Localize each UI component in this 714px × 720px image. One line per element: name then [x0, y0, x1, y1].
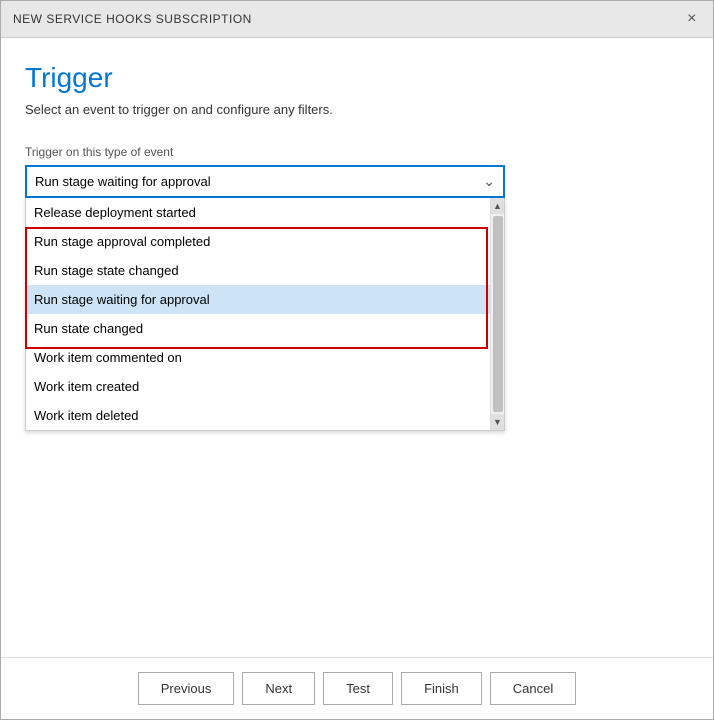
- scrollbar-wrapper: Release deployment started Run stage app…: [26, 198, 504, 430]
- dropdown-item-work-item-created[interactable]: Work item created: [26, 372, 490, 401]
- dropdown-item-release-deployment-started[interactable]: Release deployment started: [26, 198, 490, 227]
- scrollbar-up-button[interactable]: ▲: [491, 198, 504, 214]
- dropdown-list: Release deployment started Run stage app…: [25, 198, 505, 431]
- form-section: Trigger on this type of event Run stage …: [25, 145, 689, 309]
- dialog-footer: Previous Next Test Finish Cancel: [1, 657, 713, 719]
- dropdown-item-run-state-changed[interactable]: Run state changed: [26, 314, 490, 343]
- scrollbar-track: ▲ ▼: [490, 198, 504, 430]
- dropdown-item-work-item-deleted[interactable]: Work item deleted: [26, 401, 490, 430]
- dropdown-item-run-stage-waiting-for-approval[interactable]: Run stage waiting for approval: [26, 285, 490, 314]
- dialog-content: Trigger Select an event to trigger on an…: [1, 38, 713, 657]
- page-title: Trigger: [25, 62, 689, 94]
- dropdown-item-work-item-commented-on[interactable]: Work item commented on: [26, 343, 490, 372]
- dropdown-selected-display[interactable]: Run stage waiting for approval ⌄: [25, 165, 505, 198]
- event-type-dropdown[interactable]: Run stage waiting for approval ⌄ Release…: [25, 165, 505, 198]
- dropdown-items-list: Release deployment started Run stage app…: [26, 198, 490, 430]
- event-type-label: Trigger on this type of event: [25, 145, 689, 159]
- dialog-titlebar: NEW SERVICE HOOKS SUBSCRIPTION ×: [1, 1, 713, 38]
- close-button[interactable]: ×: [683, 9, 701, 29]
- chevron-down-icon: ⌄: [483, 173, 495, 190]
- dropdown-item-run-stage-approval-completed[interactable]: Run stage approval completed: [26, 227, 490, 256]
- test-button[interactable]: Test: [323, 672, 393, 705]
- next-button[interactable]: Next: [242, 672, 315, 705]
- page-subtitle: Select an event to trigger on and config…: [25, 102, 689, 117]
- finish-button[interactable]: Finish: [401, 672, 482, 705]
- dropdown-item-run-stage-state-changed[interactable]: Run stage state changed: [26, 256, 490, 285]
- dropdown-selected-text: Run stage waiting for approval: [35, 174, 211, 189]
- scrollbar-thumb[interactable]: [493, 216, 503, 412]
- previous-button[interactable]: Previous: [138, 672, 235, 705]
- dialog: NEW SERVICE HOOKS SUBSCRIPTION × Trigger…: [0, 0, 714, 720]
- cancel-button[interactable]: Cancel: [490, 672, 576, 705]
- scrollbar-down-button[interactable]: ▼: [491, 414, 504, 430]
- dialog-title: NEW SERVICE HOOKS SUBSCRIPTION: [13, 12, 252, 26]
